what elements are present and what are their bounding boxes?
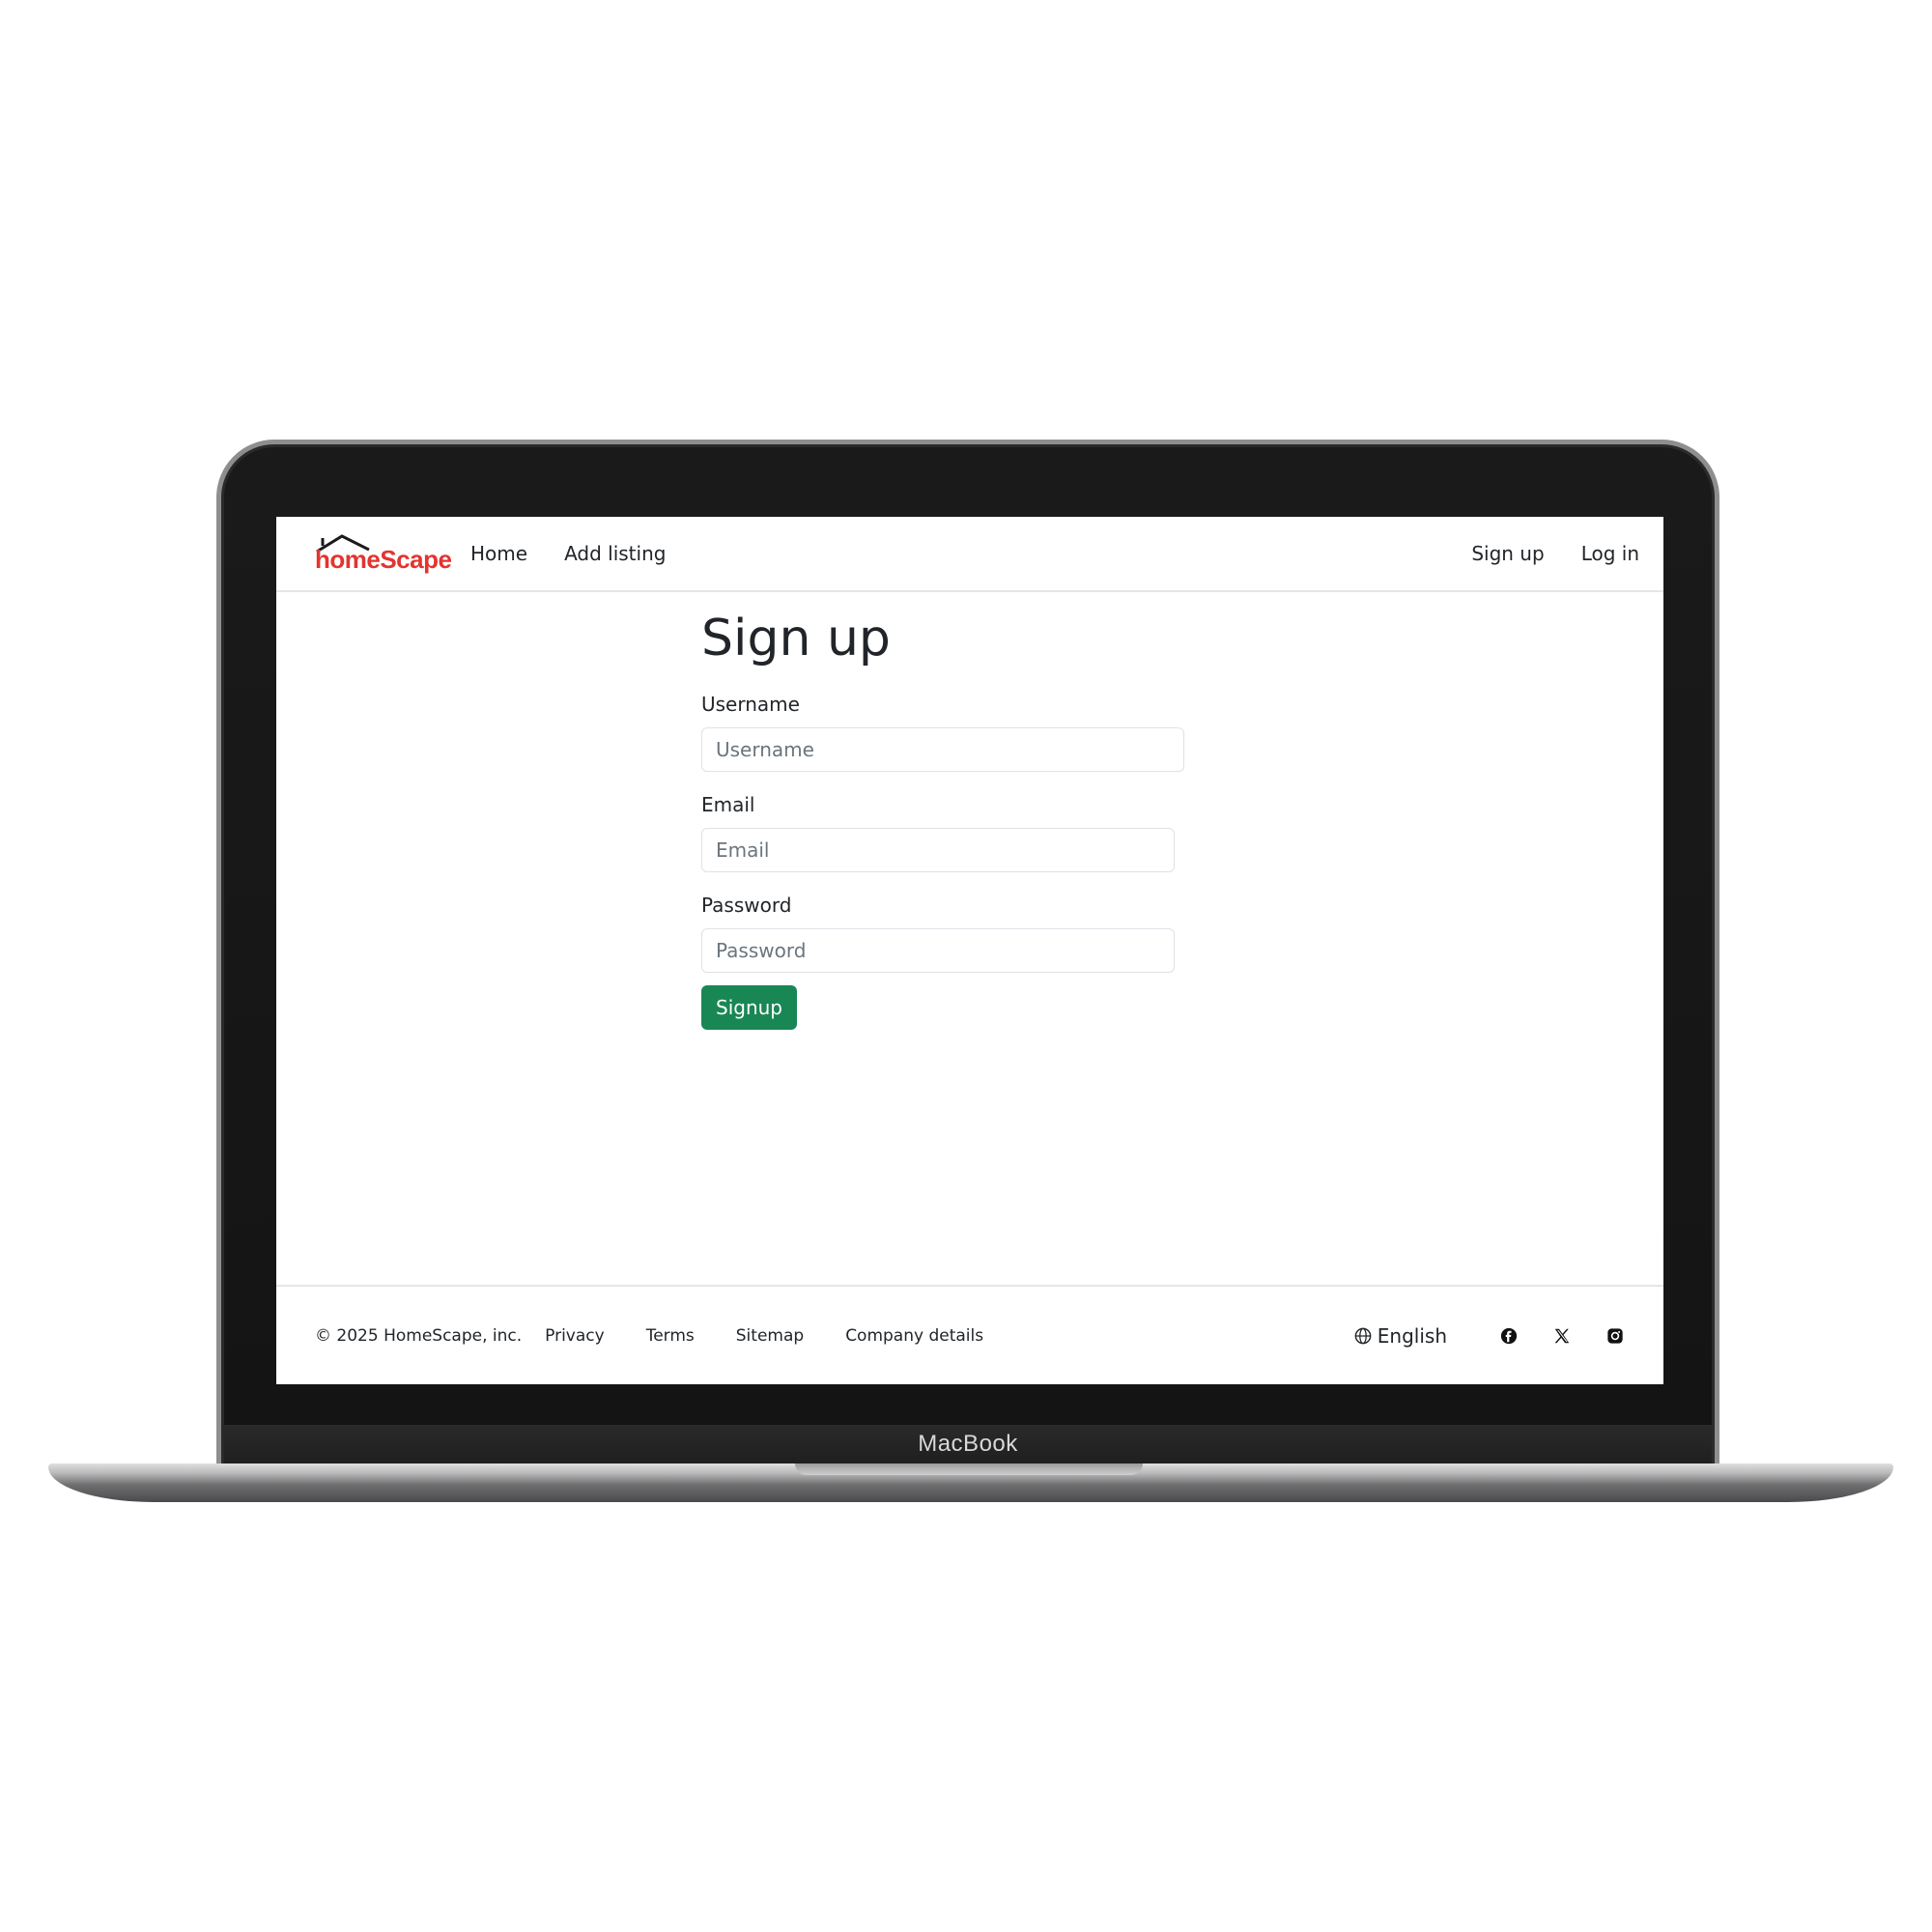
footer-link-privacy[interactable]: Privacy bbox=[545, 1326, 605, 1346]
signup-button[interactable]: Signup bbox=[701, 985, 797, 1030]
nav-link-home[interactable]: Home bbox=[470, 542, 527, 565]
nav-link-log-in[interactable]: Log in bbox=[1581, 542, 1639, 565]
username-input[interactable] bbox=[701, 727, 1184, 772]
email-label: Email bbox=[701, 793, 755, 816]
page-title: Sign up bbox=[701, 610, 891, 668]
footer-link-sitemap[interactable]: Sitemap bbox=[736, 1326, 804, 1346]
browser-screen: homeScape Home Add listing Sign up Log i… bbox=[276, 517, 1663, 1384]
logo-text: homeScape bbox=[315, 545, 452, 574]
signup-form: Sign up Username Email Password Signup bbox=[701, 613, 1204, 1030]
language-selector[interactable]: English bbox=[1354, 1324, 1447, 1348]
x-icon[interactable] bbox=[1552, 1326, 1572, 1346]
laptop-hinge-notch bbox=[795, 1463, 1143, 1475]
device-brand-label: MacBook bbox=[918, 1431, 1018, 1457]
globe-icon bbox=[1354, 1327, 1372, 1344]
social-links bbox=[1499, 1326, 1625, 1346]
footer-copyright: © 2025 HomeScape, inc. bbox=[315, 1325, 523, 1346]
laptop-mockup: MacBook homeScape Home Add listing Sign … bbox=[0, 0, 1932, 1932]
facebook-icon[interactable] bbox=[1499, 1326, 1519, 1346]
email-input[interactable] bbox=[701, 828, 1175, 872]
password-input[interactable] bbox=[701, 928, 1175, 973]
site-logo[interactable]: homeScape bbox=[315, 532, 452, 575]
language-label: English bbox=[1377, 1323, 1447, 1348]
username-label: Username bbox=[701, 693, 800, 716]
footer-link-company-details[interactable]: Company details bbox=[845, 1326, 983, 1346]
instagram-icon[interactable] bbox=[1605, 1326, 1625, 1346]
password-label: Password bbox=[701, 894, 792, 917]
footer-link-terms[interactable]: Terms bbox=[646, 1326, 695, 1346]
nav-link-add-listing[interactable]: Add listing bbox=[564, 542, 666, 565]
navbar-right: Sign up Log in bbox=[1435, 542, 1639, 565]
laptop-chin: MacBook bbox=[224, 1425, 1712, 1463]
navbar: homeScape Home Add listing Sign up Log i… bbox=[276, 517, 1663, 592]
footer: © 2025 HomeScape, inc. Privacy Terms Sit… bbox=[276, 1285, 1663, 1384]
nav-link-sign-up[interactable]: Sign up bbox=[1471, 542, 1544, 565]
